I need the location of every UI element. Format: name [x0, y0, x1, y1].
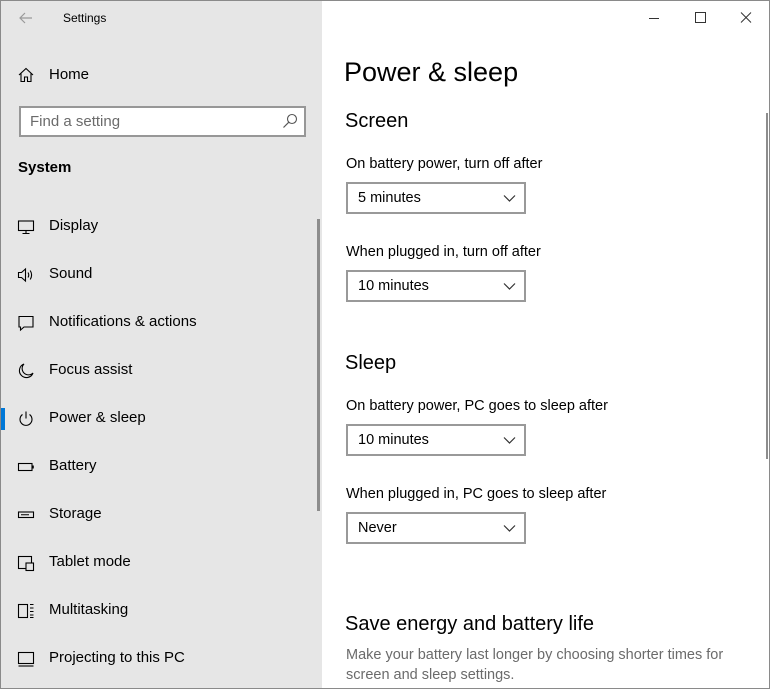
sidebar-item-label: Tablet mode — [49, 553, 131, 570]
save-energy-description: Make your battery last longer by choosin… — [346, 647, 724, 683]
battery-icon — [17, 462, 34, 472]
back-button[interactable] — [15, 7, 37, 29]
moon-icon — [18, 363, 34, 379]
chevron-down-icon — [503, 525, 516, 532]
close-button[interactable] — [723, 1, 769, 35]
sidebar-item-focus-assist[interactable]: Focus assist — [1, 347, 317, 395]
sidebar-item-label: Power & sleep — [49, 409, 146, 426]
sidebar-item-sound[interactable]: Sound — [1, 251, 317, 299]
content-scrollbar[interactable] — [766, 113, 768, 459]
sidebar-item-label: Projecting to this PC — [49, 649, 185, 666]
multitasking-icon — [17, 603, 34, 619]
sidebar-item-notifications[interactable]: Notifications & actions — [1, 299, 317, 347]
sidebar-item-storage[interactable]: Storage — [1, 491, 317, 539]
home-nav-item[interactable]: Home — [1, 57, 322, 93]
storage-icon — [17, 511, 35, 519]
maximize-icon — [695, 12, 706, 23]
sleep-battery-label: On battery power, PC goes to sleep after — [346, 398, 608, 414]
chevron-down-icon — [503, 195, 516, 202]
display-icon — [17, 220, 35, 235]
sleep-battery-dropdown[interactable]: 10 minutes — [346, 424, 526, 456]
sidebar-item-battery[interactable]: Battery — [1, 443, 317, 491]
projecting-icon — [17, 651, 35, 667]
dropdown-value: 10 minutes — [358, 432, 429, 448]
sleep-section-title: Sleep — [345, 352, 397, 374]
sidebar: Settings Home System Display — [1, 1, 322, 688]
sidebar-item-label: Notifications & actions — [49, 313, 197, 330]
window-controls — [631, 1, 769, 35]
sleep-plugged-dropdown[interactable]: Never — [346, 512, 526, 544]
sidebar-item-multitasking[interactable]: Multitasking — [1, 587, 317, 635]
sidebar-item-label: Focus assist — [49, 361, 133, 378]
home-icon — [18, 67, 34, 83]
minimize-button[interactable] — [631, 1, 677, 35]
minimize-icon — [649, 18, 659, 19]
sidebar-item-projecting[interactable]: Projecting to this PC — [1, 635, 317, 683]
sidebar-item-label: Sound — [49, 265, 93, 282]
search-box[interactable] — [19, 106, 306, 137]
sidebar-item-power-sleep[interactable]: Power & sleep — [1, 395, 317, 443]
speaker-icon — [17, 267, 33, 283]
section-title-system: System — [18, 159, 72, 176]
main-content: Power & sleep Screen On battery power, t… — [322, 1, 769, 688]
dropdown-value: 5 minutes — [358, 190, 421, 206]
screen-section-title: Screen — [345, 110, 409, 132]
screen-plugged-dropdown[interactable]: 10 minutes — [346, 270, 526, 302]
sleep-plugged-label: When plugged in, PC goes to sleep after — [346, 486, 607, 502]
page-title: Power & sleep — [344, 57, 519, 87]
screen-plugged-label: When plugged in, turn off after — [346, 244, 541, 260]
sidebar-item-label: Battery — [49, 457, 97, 474]
sidebar-item-label: Display — [49, 217, 99, 234]
chevron-down-icon — [503, 437, 516, 444]
back-arrow-icon — [19, 12, 32, 24]
dropdown-value: Never — [358, 520, 397, 536]
home-label: Home — [49, 66, 90, 83]
search-icon[interactable] — [282, 113, 298, 129]
close-icon — [740, 12, 752, 23]
search-input[interactable] — [21, 108, 276, 135]
sidebar-item-display[interactable]: Display — [1, 203, 317, 251]
sidebar-item-tablet-mode[interactable]: Tablet mode — [1, 539, 317, 587]
sidebar-item-label: Multitasking — [49, 601, 129, 618]
sidebar-scrollbar[interactable] — [317, 219, 320, 511]
notification-icon — [18, 315, 34, 332]
maximize-button[interactable] — [677, 1, 723, 35]
title-bar: Settings — [1, 1, 322, 35]
chevron-down-icon — [503, 283, 516, 290]
sidebar-item-label: Storage — [49, 505, 102, 522]
power-icon — [19, 411, 33, 426]
screen-battery-dropdown[interactable]: 5 minutes — [346, 182, 526, 214]
dropdown-value: 10 minutes — [358, 278, 429, 294]
screen-battery-label: On battery power, turn off after — [346, 156, 543, 172]
app-title: Settings — [63, 11, 107, 25]
sidebar-nav: Display Sound Notifications & actions Fo… — [1, 203, 322, 683]
tablet-mode-icon — [17, 555, 35, 572]
settings-window: Settings Home System Display — [0, 0, 770, 689]
save-energy-title: Save energy and battery life — [345, 613, 595, 635]
